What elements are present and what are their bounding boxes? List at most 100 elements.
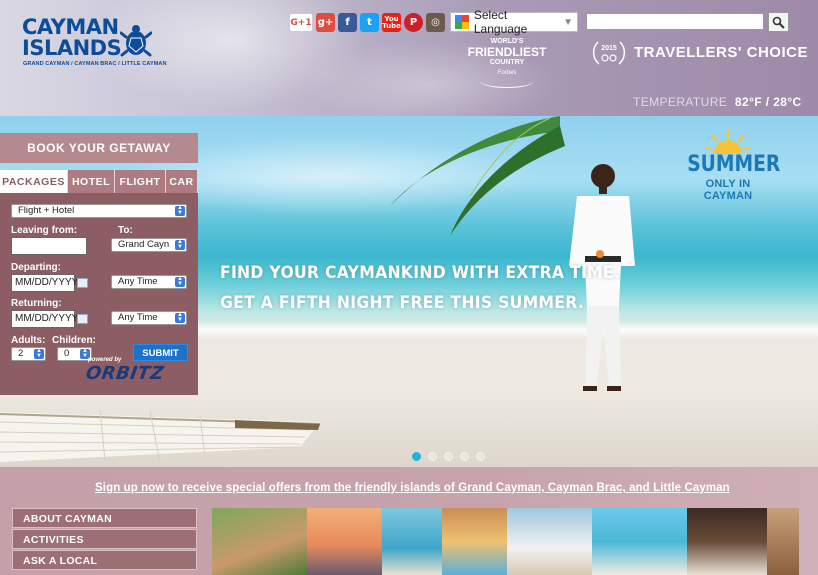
departing-date-input[interactable]: MM/DD/YYYY (11, 274, 78, 292)
nav-item-about-cayman[interactable]: ABOUT CAYMAN (12, 508, 197, 528)
nav-item-ask-a-local[interactable]: ASK A LOCAL (12, 550, 197, 570)
award-year: 2015 (601, 45, 617, 52)
google-translate-icon (455, 15, 469, 29)
youtube-icon[interactable]: You Tube (382, 13, 401, 32)
summer-badge: SUMMER ONLY IN CAYMAN (680, 128, 781, 202)
photo-collage[interactable] (212, 508, 799, 575)
logo-tagline: GRAND CAYMAN / CAYMAN BRAC / LITTLE CAYM… (23, 61, 167, 67)
departing-time-value: Any Time (118, 276, 158, 287)
collage-photo-local (687, 508, 767, 575)
site-header: CAYMAN ISLANDS GRAND CAYMAN / CAYMAN BRA… (0, 0, 818, 116)
summer-subtitle: ONLY IN CAYMAN (703, 178, 753, 202)
google-plus-icon[interactable]: g+ (316, 13, 335, 32)
temperature-value: 82°F / 28°C (734, 95, 802, 109)
instagram-icon[interactable]: ◎ (426, 13, 445, 32)
chevron-updown-icon: ▲ ▼ (34, 348, 44, 359)
collage-photo-house (212, 508, 307, 575)
returning-time-select[interactable]: Any Time ▲ ▼ (111, 311, 187, 325)
worlds-friendliest-badge: WORLD'S FRIENDLIEST COUNTRY Forbes (460, 38, 554, 88)
carousel-dots (412, 452, 485, 461)
chevron-updown-icon: ▲ ▼ (175, 205, 185, 216)
to-label: To: (118, 225, 133, 236)
google-plus-one-icon[interactable]: G+1 (289, 13, 313, 32)
carousel-dot[interactable] (444, 452, 453, 461)
tab-packages[interactable]: PACKAGES (0, 170, 68, 193)
badge-line3: COUNTRY (489, 59, 525, 66)
package-type-select[interactable]: Flight + Hotel ▲ ▼ (11, 204, 187, 218)
lower-section: Sign up now to receive special offers fr… (0, 467, 818, 575)
chevron-updown-icon: ▲ ▼ (175, 312, 185, 323)
collage-photo-sunset (307, 508, 382, 575)
collage-photo-market (767, 508, 799, 575)
hero-headline: FIND YOUR CAYMANKIND WITH EXTRA TIME. GE… (220, 258, 620, 318)
hero-line2: GET A FIFTH NIGHT FREE THIS SUMMER. (220, 293, 585, 313)
departing-label: Departing: (11, 262, 61, 273)
tab-car[interactable]: CAR (166, 170, 198, 193)
returning-time-value: Any Time (118, 312, 158, 323)
submit-button[interactable]: SUBMIT (133, 344, 188, 361)
adults-value: 2 (18, 348, 24, 359)
hero-line1: FIND YOUR CAYMANKIND WITH EXTRA TIME. (220, 263, 621, 283)
language-select-label: Select Language (473, 8, 528, 36)
calendar-icon[interactable] (77, 314, 88, 324)
pinterest-icon[interactable]: P (404, 13, 423, 32)
language-select[interactable]: Select Language ▼ (450, 8, 578, 36)
collage-photo-food (507, 508, 592, 575)
booking-widget: BOOK YOUR GETAWAY PACKAGES HOTEL FLIGHT … (0, 133, 198, 395)
badge-ribbon (480, 74, 534, 88)
destination-select[interactable]: Grand Cayn ▲ ▼ (111, 238, 187, 252)
returning-date-input[interactable]: MM/DD/YYYY (11, 310, 78, 328)
tripadvisor-wreath-icon: 2015 (592, 41, 626, 65)
carousel-dot[interactable] (476, 452, 485, 461)
destination-value: Grand Cayn (118, 239, 170, 250)
children-select[interactable]: 0 ▲ ▼ (57, 347, 92, 361)
hammock-image (0, 409, 320, 463)
adults-select[interactable]: 2 ▲ ▼ (11, 347, 46, 361)
badge-line2: FRIENDLIEST (467, 45, 547, 59)
returning-label: Returning: (11, 298, 62, 309)
package-type-value: Flight + Hotel (18, 205, 75, 216)
chevron-updown-icon: ▲ ▼ (175, 239, 185, 250)
carousel-dot[interactable] (460, 452, 469, 461)
logo-line2: ISLANDS (22, 36, 122, 60)
turtle-icon (120, 25, 152, 57)
sun-icon (704, 128, 752, 154)
collage-photo-beach (592, 508, 687, 575)
leaving-from-input[interactable] (11, 237, 87, 255)
carousel-dot[interactable] (428, 452, 437, 461)
cayman-islands-logo[interactable]: CAYMAN ISLANDS GRAND CAYMAN / CAYMAN BRA… (22, 15, 166, 74)
temperature-label: TEMPERATURE (633, 95, 728, 109)
summer-title: SUMMER (687, 152, 781, 177)
leaving-label: Leaving from: (11, 225, 78, 236)
logo-line1: CAYMAN (22, 15, 119, 39)
travellers-choice-badge: 2015 TRAVELLERS' CHOICE (590, 38, 807, 68)
facebook-icon[interactable]: f (338, 13, 357, 32)
search-icon (772, 16, 785, 29)
departing-time-select[interactable]: Any Time ▲ ▼ (111, 275, 187, 289)
orbitz-logo: ORBITZ (84, 363, 166, 384)
chevron-down-icon: ▼ (563, 16, 573, 28)
adults-label: Adults: (11, 335, 46, 346)
nav-item-activities[interactable]: ACTIVITIES (12, 529, 197, 549)
tab-hotel[interactable]: HOTEL (68, 170, 115, 193)
collage-photo-girl (442, 508, 507, 575)
chevron-updown-icon: ▲ ▼ (175, 276, 185, 287)
calendar-icon[interactable] (77, 278, 88, 288)
temperature-readout: TEMPERATURE 82°F / 28°C (633, 95, 802, 109)
booking-form: Flight + Hotel ▲ ▼ Leaving from: To: Gran… (0, 193, 198, 395)
tab-flight[interactable]: FLIGHT (115, 170, 166, 193)
left-nav: ABOUT CAYMAN ACTIVITIES ASK A LOCAL (12, 508, 197, 571)
children-label: Children: (52, 335, 96, 346)
carousel-dot[interactable] (412, 452, 421, 461)
collage-photo-ocean (382, 508, 442, 575)
travellers-choice-text: TRAVELLERS' CHOICE (634, 44, 808, 61)
search-input[interactable] (586, 13, 764, 30)
search-button[interactable] (768, 12, 789, 32)
palm-leaf-image (390, 116, 565, 236)
social-links: G+1 g+ f t You Tube P ◎ (289, 13, 445, 32)
signup-link[interactable]: Sign up now to receive special offers fr… (95, 482, 730, 494)
booking-tabs: PACKAGES HOTEL FLIGHT CAR (0, 170, 198, 193)
twitter-icon[interactable]: t (360, 13, 379, 32)
booking-title: BOOK YOUR GETAWAY (0, 133, 198, 163)
children-value: 0 (64, 348, 70, 359)
